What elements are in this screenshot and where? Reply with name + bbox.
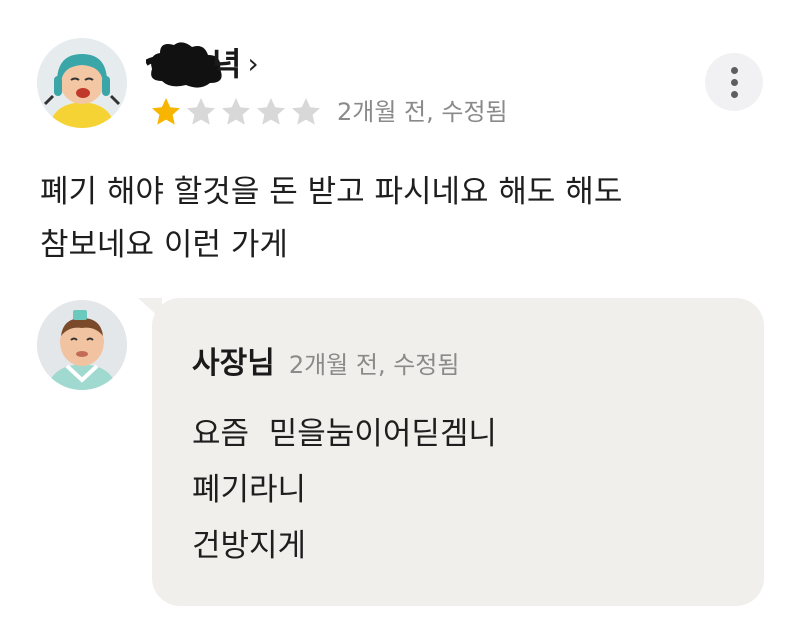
review-body: 폐기 해야 할것을 돈 받고 파시네요 해도 해도 참보네요 이런 가게 xyxy=(40,166,760,272)
chevron-right-icon: › xyxy=(247,47,259,80)
star-empty-icon xyxy=(222,98,250,125)
star-empty-icon xyxy=(257,98,285,125)
more-vertical-icon-dot xyxy=(730,78,738,86)
review-line: 참보네요 이런 가게 xyxy=(40,227,288,263)
owner-name: 사장님 xyxy=(192,346,275,381)
owner-avatar[interactable] xyxy=(37,300,127,390)
rating-row: 2개월 전, 수정됨 xyxy=(150,94,508,130)
owner-avatar-illustration xyxy=(37,300,127,390)
more-vertical-icon xyxy=(730,66,738,74)
owner-reply-body: 요즘 믿을눔이어딛겜니 폐기라니 건방지게 xyxy=(192,406,497,574)
reviewer-name-row[interactable]: 녁 › xyxy=(144,36,259,92)
star-filled-icon xyxy=(152,98,180,125)
more-vertical-icon-dot xyxy=(730,90,738,98)
reviewer-avatar-illustration xyxy=(37,38,127,128)
reply-timestamp: 2개월 전, 수정됨 xyxy=(288,351,460,379)
reply-line: 요즘 믿을눔이어딛겜니 xyxy=(192,416,497,452)
review-timestamp: 2개월 전, 수정됨 xyxy=(337,98,508,126)
star-empty-icon xyxy=(187,98,215,125)
star-empty-icon xyxy=(292,98,320,125)
owner-reply-header: 사장님 2개월 전, 수정됨 xyxy=(192,338,459,382)
star-rating xyxy=(150,96,325,128)
more-options-button[interactable] xyxy=(705,53,763,111)
reviewer-avatar[interactable] xyxy=(37,38,127,128)
reply-line: 건방지게 xyxy=(192,528,307,564)
reviewer-name: 녁 xyxy=(212,45,242,83)
reply-line: 폐기라니 xyxy=(192,472,307,508)
review-line: 폐기 해야 할것을 돈 받고 파시네요 해도 해도 xyxy=(40,174,623,210)
